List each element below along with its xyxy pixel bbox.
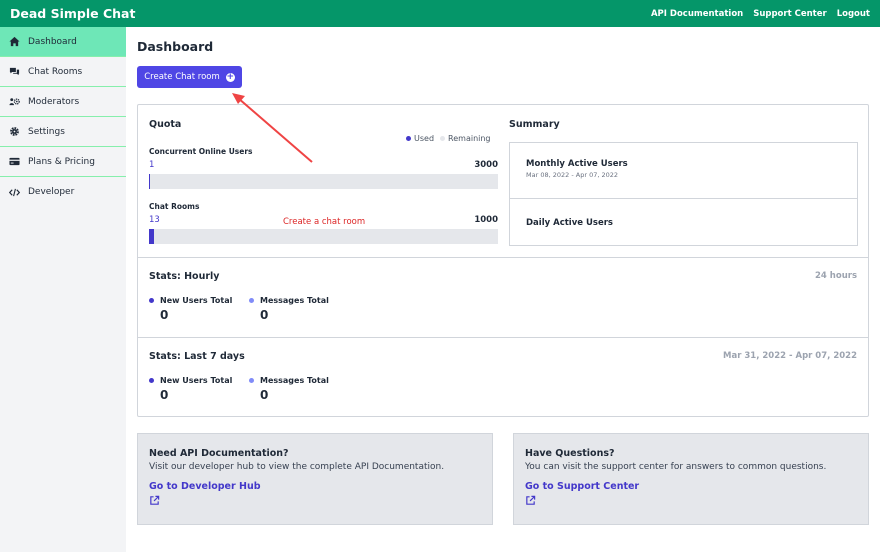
top-nav: API Documentation Support Center Logout bbox=[651, 9, 870, 19]
concurrent-users-label: Concurrent Online Users bbox=[149, 147, 253, 156]
annotation-text: Create a chat room bbox=[283, 217, 366, 227]
concurrent-users-used: 1 bbox=[149, 160, 155, 170]
users-cog-icon bbox=[9, 96, 20, 107]
weekly-messages-value: 0 bbox=[260, 388, 269, 402]
chat-rooms-label: Chat Rooms bbox=[149, 202, 200, 211]
sidebar-item-label: Moderators bbox=[28, 96, 80, 107]
sidebar-item-label: Developer bbox=[28, 187, 75, 197]
brand-logo[interactable]: Dead Simple Chat bbox=[10, 6, 135, 21]
remaining-dot-icon bbox=[440, 136, 446, 141]
daily-active-users-title: Daily Active Users bbox=[526, 218, 613, 228]
summary-title: Summary bbox=[509, 119, 560, 130]
chat-rooms-used: 13 bbox=[149, 215, 160, 225]
credit-card-icon bbox=[9, 156, 20, 167]
api-docs-card-title: Need API Documentation? bbox=[149, 448, 289, 459]
api-docs-card-text: Visit our developer hub to view the comp… bbox=[149, 462, 445, 472]
chat-rooms-total: 1000 bbox=[474, 215, 498, 225]
sidebar-item-chat-rooms[interactable]: Chat Rooms bbox=[0, 57, 126, 87]
section-divider bbox=[138, 337, 868, 338]
monthly-active-users-row: Monthly Active Users Mar 08, 2022 - Apr … bbox=[510, 143, 857, 195]
gear-icon bbox=[9, 126, 20, 137]
chat-rooms-bar-fill bbox=[149, 229, 154, 244]
new-users-dot-icon bbox=[149, 378, 154, 383]
hourly-messages-label: Messages Total bbox=[260, 296, 329, 305]
chat-rooms-bar bbox=[149, 229, 498, 244]
weekly-messages-metric: Messages Total 0 bbox=[249, 376, 329, 402]
legend-used: Used bbox=[406, 134, 434, 143]
support-center-link[interactable]: Support Center bbox=[753, 9, 826, 19]
plus-circle-icon: + bbox=[225, 71, 235, 82]
used-dot-icon bbox=[406, 136, 411, 141]
weekly-stats-range: Mar 31, 2022 - Apr 07, 2022 bbox=[723, 351, 857, 361]
support-card: Have Questions? You can visit the suppor… bbox=[513, 433, 869, 525]
weekly-messages-label: Messages Total bbox=[260, 376, 329, 385]
messages-dot-icon bbox=[249, 378, 254, 383]
sidebar-item-dashboard[interactable]: Dashboard bbox=[0, 27, 126, 57]
hourly-new-users-metric: New Users Total 0 bbox=[149, 296, 232, 322]
monthly-active-users-title: Monthly Active Users bbox=[526, 159, 628, 169]
sidebar-item-label: Chat Rooms bbox=[28, 66, 83, 77]
hourly-stats-range: 24 hours bbox=[815, 271, 857, 281]
hourly-new-users-label: New Users Total bbox=[160, 296, 233, 305]
api-docs-card: Need API Documentation? Visit our develo… bbox=[137, 433, 493, 525]
sidebar-item-moderators[interactable]: Moderators bbox=[0, 87, 126, 117]
new-users-dot-icon bbox=[149, 298, 154, 303]
weekly-new-users-metric: New Users Total 0 bbox=[149, 376, 232, 402]
sidebar-item-label: Plans & Pricing bbox=[28, 156, 95, 167]
daily-active-users-row: Daily Active Users bbox=[510, 197, 857, 249]
concurrent-users-bar bbox=[149, 174, 498, 189]
hourly-messages-metric: Messages Total 0 bbox=[249, 296, 329, 322]
weekly-new-users-value: 0 bbox=[160, 388, 169, 402]
weekly-new-users-label: New Users Total bbox=[160, 376, 233, 385]
hourly-new-users-value: 0 bbox=[160, 308, 169, 322]
weekly-stats-title: Stats: Last 7 days bbox=[149, 351, 245, 362]
legend-remaining: Remaining bbox=[440, 134, 491, 143]
section-divider bbox=[138, 257, 868, 258]
create-chat-room-label: Create Chat room bbox=[144, 72, 220, 82]
logout-link[interactable]: Logout bbox=[837, 9, 870, 19]
page-title: Dashboard bbox=[137, 39, 214, 54]
go-to-support-center-link[interactable]: Go to Support Center bbox=[525, 481, 857, 492]
summary-box: Monthly Active Users Mar 08, 2022 - Apr … bbox=[509, 142, 858, 246]
hourly-stats-title: Stats: Hourly bbox=[149, 271, 220, 282]
concurrent-users-total: 3000 bbox=[474, 160, 498, 170]
support-card-text: You can visit the support center for ans… bbox=[525, 462, 827, 472]
sidebar-item-developer[interactable]: Developer bbox=[0, 177, 126, 207]
support-card-title: Have Questions? bbox=[525, 448, 615, 459]
external-link-icon[interactable] bbox=[525, 495, 536, 506]
sidebar-item-label: Settings bbox=[28, 126, 65, 137]
sidebar-item-label: Dashboard bbox=[28, 36, 77, 47]
stats-panel: Quota Used Remaining Concurrent Online U… bbox=[137, 104, 869, 417]
chat-icon bbox=[9, 66, 20, 77]
hourly-messages-value: 0 bbox=[260, 308, 269, 322]
messages-dot-icon bbox=[249, 298, 254, 303]
api-documentation-link[interactable]: API Documentation bbox=[651, 9, 743, 19]
code-icon bbox=[9, 187, 20, 198]
quota-title: Quota bbox=[149, 119, 182, 130]
sidebar: Dashboard Chat Rooms Moderators Settings… bbox=[0, 27, 126, 552]
concurrent-users-bar-fill bbox=[149, 174, 151, 189]
sidebar-item-plans-pricing[interactable]: Plans & Pricing bbox=[0, 147, 126, 177]
go-to-developer-hub-link[interactable]: Go to Developer Hub bbox=[149, 481, 481, 492]
home-icon bbox=[9, 36, 20, 47]
quota-legend: Used Remaining bbox=[406, 134, 491, 143]
sidebar-item-settings[interactable]: Settings bbox=[0, 117, 126, 147]
top-bar: Dead Simple Chat API Documentation Suppo… bbox=[0, 0, 880, 27]
monthly-active-users-range: Mar 08, 2022 - Apr 07, 2022 bbox=[526, 171, 619, 179]
external-link-icon[interactable] bbox=[149, 495, 160, 506]
create-chat-room-button[interactable]: Create Chat room + bbox=[137, 66, 242, 88]
